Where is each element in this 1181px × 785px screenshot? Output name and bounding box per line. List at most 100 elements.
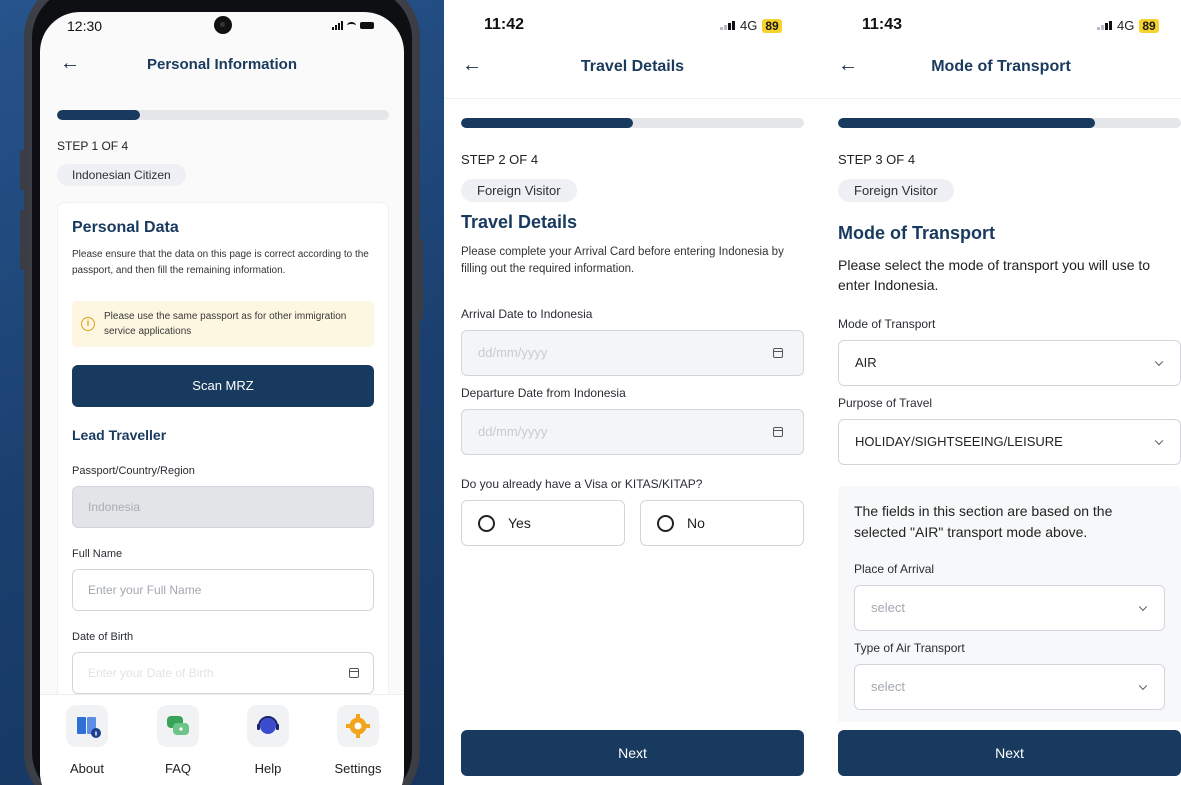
progress-fill [57,110,140,120]
step-indicator: STEP 1 OF 4 [57,139,129,153]
notice-text: Please use the same passport as for othe… [104,311,347,337]
departure-date-placeholder: dd/mm/yyyy [478,424,548,439]
progress-fill [838,118,1096,128]
header-divider [821,98,1181,99]
section-description: Please select the mode of transport you … [838,257,1151,293]
page-title: Mode of Transport [931,58,1071,75]
arrival-date-input[interactable]: dd/mm/yyyy [461,330,804,376]
calendar-icon[interactable] [773,427,783,437]
mode-of-transport-select[interactable]: AIR [838,340,1181,386]
departure-date-input[interactable]: dd/mm/yyyy [461,409,804,455]
section-note: The fields in this section are based on … [854,503,1113,540]
battery-icon [360,22,374,29]
select-value: HOLIDAY/SIGHTSEEING/LEISURE [855,434,1063,449]
signal-icon [1097,21,1112,30]
travel-details-screen: 11:42 4G 89 ← Travel Details STEP 2 OF 4… [444,0,821,785]
personal-data-card: Personal Data Please ensure that the dat… [57,202,389,722]
signal-icon [720,21,735,30]
status-time: 11:43 [862,16,903,33]
next-button[interactable]: Next [461,730,804,776]
radio-label: No [687,515,705,531]
section-title: Lead Traveller [72,427,167,443]
tab-about[interactable]: About [47,705,127,776]
select-placeholder: select [871,679,905,694]
section-description: Please complete your Arrival Card before… [461,246,784,275]
status-bar: 12:30 [40,12,404,44]
help-icon [247,705,289,747]
about-icon [66,705,108,747]
radio-circle-icon [657,515,674,532]
gear-icon [337,705,379,747]
chevron-down-icon [1138,681,1148,691]
chevron-down-icon [1154,357,1164,367]
form-scroll-area[interactable]: STEP 1 OF 4 Indonesian Citizen Personal … [40,92,404,722]
passport-country-field: Indonesia [72,486,374,528]
section-title: Travel Details [461,212,578,232]
phone-mockup-background: 12:30 ← Personal Information STEP 1 OF 4… [0,0,444,785]
tab-label: Settings [334,761,382,776]
type-of-air-transport-label: Type of Air Transport [854,641,965,655]
step-indicator: STEP 2 OF 4 [461,152,539,167]
status-time: 12:30 [67,18,103,34]
passport-notice: i Please use the same passport as for ot… [72,301,374,347]
next-button[interactable]: Next [838,730,1181,776]
departure-date-label: Departure Date from Indonesia [461,386,626,400]
status-icons: 4G 89 [720,18,782,33]
mode-of-transport-screen: 11:43 4G 89 ← Mode of Transport STEP 3 O… [821,0,1181,785]
full-name-input[interactable]: Enter your Full Name [72,569,374,611]
chevron-down-icon [1154,436,1164,446]
phone-screen: 12:30 ← Personal Information STEP 1 OF 4… [40,12,404,785]
info-icon: i [81,317,95,331]
purpose-of-travel-select[interactable]: HOLIDAY/SIGHTSEEING/LEISURE [838,419,1181,465]
date-of-birth-input[interactable]: Enter your Date of Birth [72,652,374,694]
card-title: Personal Data [72,219,179,236]
air-transport-section: The fields in this section are based on … [838,486,1181,722]
passport-country-label: Passport/Country/Region [72,465,195,477]
front-camera [214,16,232,34]
section-title: Mode of Transport [838,223,995,243]
purpose-of-travel-label: Purpose of Travel [838,396,933,410]
date-of-birth-label: Date of Birth [72,631,134,643]
place-of-arrival-label: Place of Arrival [854,562,935,576]
type-of-air-transport-select[interactable]: select [854,664,1165,710]
calendar-icon[interactable] [773,348,783,358]
visitor-type-chip: Foreign Visitor [838,179,954,202]
signal-icon [332,21,343,30]
phone-side-button [20,210,25,270]
network-type: 4G [1117,18,1135,33]
step-indicator: STEP 3 OF 4 [838,152,916,167]
progress-fill [461,118,633,128]
citizenship-chip: Indonesian Citizen [57,164,186,186]
status-icons [332,21,374,30]
header-divider [444,98,821,99]
date-of-birth-placeholder: Enter your Date of Birth [88,666,214,680]
chevron-down-icon [1138,602,1148,612]
full-name-label: Full Name [72,548,123,560]
place-of-arrival-select[interactable]: select [854,585,1165,631]
visitor-type-chip: Foreign Visitor [461,179,577,202]
tab-settings[interactable]: Settings [318,705,398,776]
visa-no-radio[interactable]: No [640,500,804,546]
visa-question: Do you already have a Visa or KITAS/KITA… [461,477,703,491]
progress-bar [57,110,389,120]
tab-faq[interactable]: FAQ [138,705,218,776]
radio-circle-icon [478,515,495,532]
arrival-date-label: Arrival Date to Indonesia [461,307,593,321]
mode-of-transport-label: Mode of Transport [838,317,936,331]
battery-badge: 89 [1139,18,1159,33]
battery-badge: 89 [762,18,782,33]
tab-label: About [70,761,104,776]
visa-yes-radio[interactable]: Yes [461,500,625,546]
select-placeholder: select [871,600,905,615]
tab-label: FAQ [164,761,191,776]
select-value: AIR [855,355,877,370]
scan-mrz-button[interactable]: Scan MRZ [72,365,374,407]
arrival-date-placeholder: dd/mm/yyyy [478,345,548,360]
phone-side-button [418,240,423,320]
wifi-icon [347,22,356,29]
tab-label: Help [254,761,282,776]
tab-help[interactable]: Help [228,705,308,776]
status-time: 11:42 [484,16,525,33]
calendar-icon[interactable] [349,668,359,678]
progress-bar [461,118,804,128]
